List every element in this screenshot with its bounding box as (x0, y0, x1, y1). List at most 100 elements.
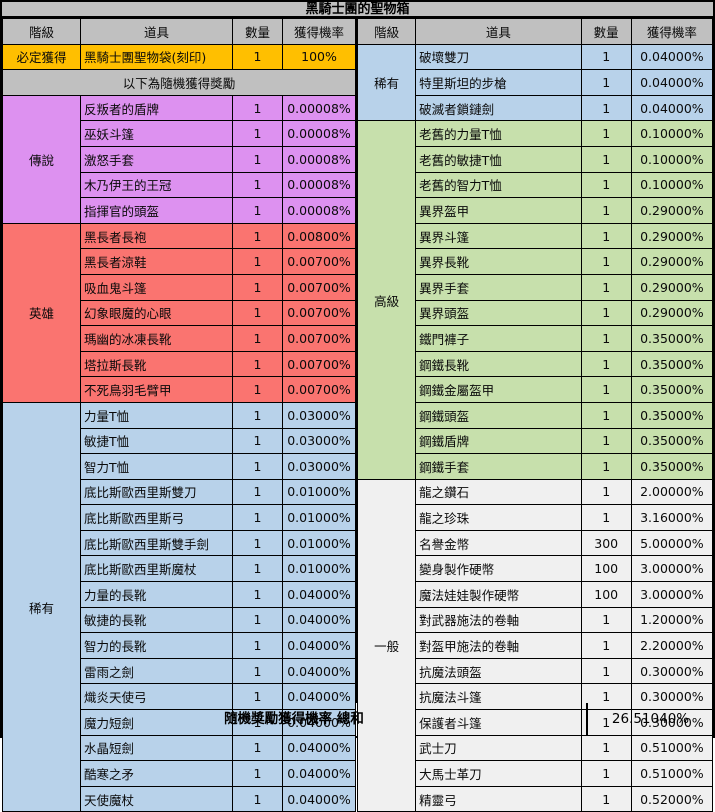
item-name: 塔拉斯長靴 (80, 350, 233, 378)
item-name: 異界長靴 (415, 248, 582, 275)
item-name: 力量T恤 (80, 401, 233, 429)
guaranteed-row: 必定獲得 黑騎士團聖物袋(刻印) 1 100% (2, 43, 356, 71)
item-rate: 0.29000% (630, 248, 714, 275)
item-rate: 0.04000% (630, 69, 714, 96)
column-header-tier: 階級 (356, 18, 417, 45)
item-rate: 5.00000% (630, 529, 714, 557)
tables-container: 階級 道具 數量 獲得機率 必定獲得 黑騎士團聖物袋(刻印) 1 100% 以下為隨機獲得獎勵傳… (2, 18, 714, 812)
item-rate: 0.00800% (282, 222, 356, 250)
item-name: 異界頭盔 (415, 299, 582, 327)
item-rate: 0.35000% (630, 325, 714, 352)
item-name: 鋼鐵頭盔 (415, 401, 582, 429)
item-rate: 0.00700% (282, 325, 356, 352)
left-header-row: 階級 道具 數量 獲得機率 (2, 18, 356, 45)
item-rate: 0.03000% (282, 401, 356, 429)
item-rate: 0.04000% (282, 657, 356, 685)
random-reward-note: 以下為隨機獲得獎勵 (2, 69, 356, 96)
table-row: 稀有 破壞雙刀 1 0.04000% (356, 43, 714, 122)
item-name: 激怒手套 (80, 145, 233, 173)
item-qty: 1 (232, 94, 283, 122)
item-qty: 1 (580, 171, 632, 199)
item-qty: 1 (580, 43, 632, 71)
item-rate: 3.00000% (630, 555, 714, 583)
item-name: 鋼鐵長靴 (415, 350, 582, 378)
item-qty: 1 (580, 69, 632, 96)
item-name: 吸血鬼斗篷 (80, 273, 233, 301)
item-name: 底比斯歐西里斯弓 (80, 504, 233, 531)
item-name: 異界手套 (415, 273, 582, 301)
item-qty: 1 (232, 785, 283, 812)
item-rate: 0.04000% (282, 632, 356, 659)
right-header-row: 階級 道具 數量 獲得機率 (356, 18, 714, 45)
item-rate: 0.04000% (282, 785, 356, 812)
item-qty: 1 (232, 529, 283, 557)
item-rate: 0.00008% (282, 94, 356, 122)
item-qty: 1 (580, 197, 632, 224)
item-name: 底比斯歐西里斯雙刀 (80, 478, 233, 506)
item-name: 雷雨之劍 (80, 657, 233, 685)
item-rate: 0.00700% (282, 376, 356, 403)
item-qty: 100 (580, 555, 632, 583)
item-name: 對盔甲施法的卷軸 (415, 632, 582, 659)
item-rate: 0.29000% (630, 299, 714, 327)
item-rate: 0.04000% (282, 734, 356, 762)
item-qty: 1 (580, 504, 632, 531)
item-rate: 0.00700% (282, 273, 356, 301)
item-rate: 2.20000% (630, 632, 714, 659)
item-rate: 0.29000% (630, 197, 714, 224)
item-qty: 1 (580, 785, 632, 812)
item-qty: 1 (232, 734, 283, 762)
total-label: 隨機獎勵獲得機率 總和 (2, 703, 588, 736)
item-rate: 1.20000% (630, 606, 714, 634)
item-qty: 1 (232, 606, 283, 634)
item-rate: 0.30000% (630, 657, 714, 685)
item-name: 老舊的智力T恤 (415, 171, 582, 199)
item-rate: 0.04000% (282, 760, 356, 787)
item-name: 酷寒之矛 (80, 760, 233, 787)
item-rate: 0.03000% (282, 427, 356, 455)
right-table-pane: 階級 道具 數量 獲得機率 稀有 破壞雙刀 1 0.04000% 特里斯坦的步槍 1 0.04000… (356, 18, 714, 812)
item-name: 抗魔法頭盔 (415, 657, 582, 685)
item-qty: 300 (580, 529, 632, 557)
item-qty: 100 (580, 581, 632, 608)
item-qty: 1 (232, 478, 283, 506)
item-rate: 0.35000% (630, 376, 714, 403)
item-qty: 1 (232, 504, 283, 531)
item-name: 老舊的敏捷T恤 (415, 145, 582, 173)
item-name: 指揮官的頭盔 (80, 197, 233, 224)
item-name: 龍之鑽石 (415, 478, 582, 506)
item-name: 水晶短劍 (80, 734, 233, 762)
item-rate: 0.04000% (630, 94, 714, 122)
item-qty: 1 (580, 273, 632, 301)
item-rate: 0.00700% (282, 299, 356, 327)
item-qty: 1 (580, 145, 632, 173)
item-qty: 1 (232, 632, 283, 659)
item-name: 幻象眼魔的心眼 (80, 299, 233, 327)
item-qty: 1 (580, 299, 632, 327)
item-name: 異界盔甲 (415, 197, 582, 224)
item-rate: 0.04000% (282, 606, 356, 634)
item-rate: 0.10000% (630, 145, 714, 173)
right-drop-table: 階級 道具 數量 獲得機率 稀有 破壞雙刀 1 0.04000% 特里斯坦的步槍 1 0.04000… (356, 18, 714, 812)
item-name: 智力的長靴 (80, 632, 233, 659)
column-header-rate: 獲得機率 (282, 18, 356, 45)
item-name: 黑長者涼鞋 (80, 248, 233, 275)
random-reward-note-row: 以下為隨機獲得獎勵 (2, 69, 356, 96)
item-rate: 0.35000% (630, 453, 714, 480)
tier-label-rare: 稀有 (2, 401, 81, 812)
item-rate: 0.03000% (282, 453, 356, 480)
item-qty: 1 (580, 376, 632, 403)
item-rate: 0.51000% (630, 760, 714, 787)
item-name: 龍之珍珠 (415, 504, 582, 531)
item-qty: 1 (232, 197, 283, 224)
item-qty: 1 (580, 427, 632, 455)
left-table-pane: 階級 道具 數量 獲得機率 必定獲得 黑騎士團聖物袋(刻印) 1 100% 以下為隨機獲得獎勵傳… (2, 18, 357, 812)
item-name: 黑長者長袍 (80, 222, 233, 250)
left-drop-table: 階級 道具 數量 獲得機率 必定獲得 黑騎士團聖物袋(刻印) 1 100% 以下為隨機獲得獎勵傳… (2, 18, 356, 812)
item-name: 武士刀 (415, 734, 582, 762)
page-title: 黑騎士團的聖物箱 (2, 2, 713, 18)
item-qty: 1 (580, 401, 632, 429)
guaranteed-rate: 100% (282, 43, 356, 71)
item-qty: 1 (232, 273, 283, 301)
item-rate: 0.04000% (282, 581, 356, 608)
